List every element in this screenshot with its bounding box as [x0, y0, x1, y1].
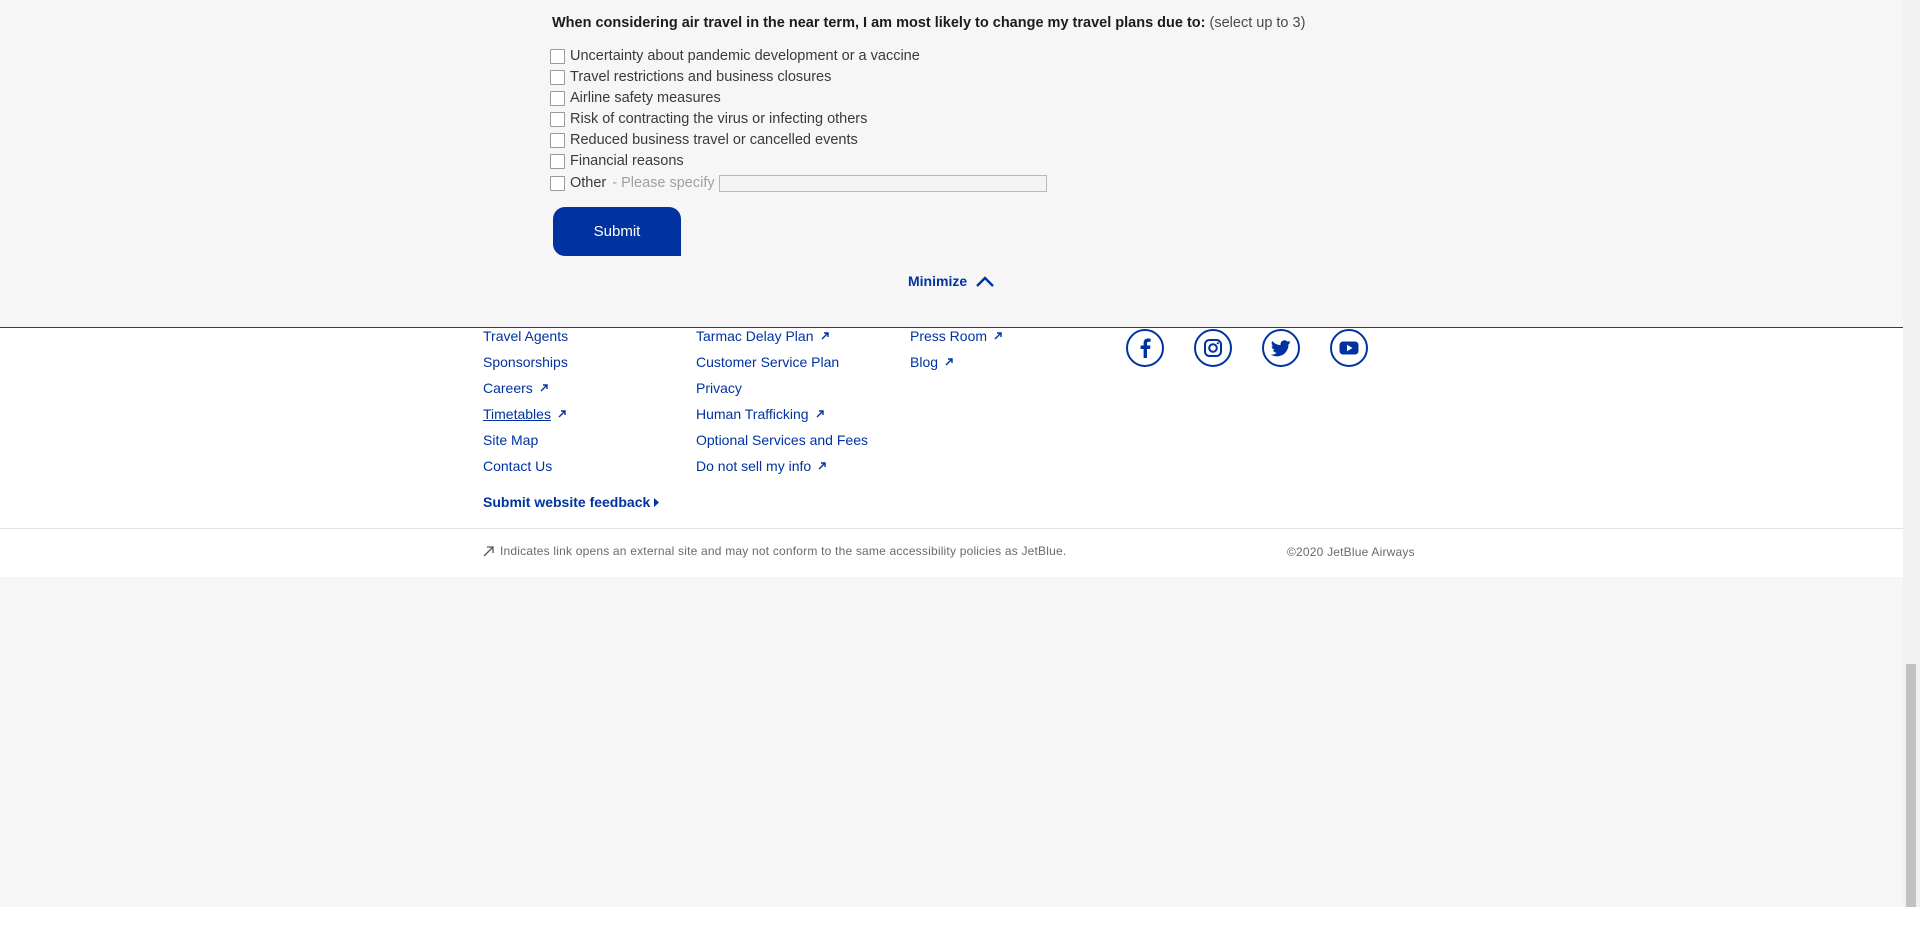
feedback-label: Submit website feedback: [483, 494, 651, 510]
footer-link-optional-services[interactable]: Optional Services and Fees: [696, 432, 868, 448]
footer-link-careers[interactable]: Careers: [483, 380, 548, 396]
option-other[interactable]: Other - Please specify: [550, 173, 1047, 193]
option-label: Financial reasons: [570, 153, 684, 169]
survey-question: When considering air travel in the near …: [552, 15, 1305, 31]
other-specify-label: - Please specify: [612, 175, 715, 191]
footer-link-sponsorships[interactable]: Sponsorships: [483, 354, 568, 370]
minimize-button[interactable]: Minimize: [908, 273, 994, 289]
option-travel-restrictions[interactable]: Travel restrictions and business closure…: [550, 67, 831, 87]
external-link-icon: [558, 410, 566, 418]
copyright: ©2020 JetBlue Airways: [1287, 545, 1415, 559]
other-specify-input[interactable]: [718, 174, 1047, 192]
footer-link-do-not-sell[interactable]: Do not sell my info: [696, 458, 826, 474]
option-reduced-business[interactable]: Reduced business travel or cancelled eve…: [550, 130, 858, 150]
facebook-icon[interactable]: [1126, 329, 1164, 367]
external-link-icon: [818, 462, 826, 470]
instagram-icon[interactable]: [1194, 329, 1232, 367]
external-link-icon: [821, 332, 829, 340]
option-label: Risk of contracting the virus or infecti…: [570, 111, 868, 127]
option-label: Airline safety measures: [570, 90, 721, 106]
option-uncertainty[interactable]: Uncertainty about pandemic development o…: [550, 46, 920, 66]
bottom-strip: [0, 907, 1920, 925]
question-text: When considering air travel in the near …: [552, 15, 1206, 31]
footer-link-timetables[interactable]: Timetables: [483, 406, 566, 422]
external-link-icon: [540, 384, 548, 392]
footer-link-tarmac-delay[interactable]: Tarmac Delay Plan: [696, 328, 829, 344]
chevron-up-icon: [976, 275, 994, 287]
scrollbar-thumb[interactable]: [1906, 664, 1916, 907]
submit-button[interactable]: Submit: [553, 207, 681, 256]
footer-link-travel-agents[interactable]: Travel Agents: [483, 328, 568, 344]
checkbox[interactable]: [550, 90, 565, 106]
checkbox[interactable]: [550, 48, 565, 64]
footer-link-human-trafficking[interactable]: Human Trafficking: [696, 406, 824, 422]
external-link-note: Indicates link opens an external site an…: [483, 544, 1066, 558]
survey-panel: When considering air travel in the near …: [0, 0, 1903, 328]
submit-feedback-link[interactable]: Submit website feedback: [483, 494, 660, 510]
option-safety-measures[interactable]: Airline safety measures: [550, 88, 721, 108]
external-link-icon: [994, 332, 1002, 340]
option-label: Uncertainty about pandemic development o…: [570, 48, 920, 64]
external-link-icon: [483, 545, 494, 556]
checkbox[interactable]: [550, 132, 565, 148]
footer-link-site-map[interactable]: Site Map: [483, 432, 538, 448]
option-label: Other: [570, 175, 607, 191]
footer-link-press-room[interactable]: Press Room: [910, 328, 1002, 344]
checkbox[interactable]: [550, 153, 565, 169]
footer-link-privacy[interactable]: Privacy: [696, 380, 742, 396]
option-risk-contracting[interactable]: Risk of contracting the virus or infecti…: [550, 109, 867, 129]
external-link-icon: [945, 358, 953, 366]
option-financial[interactable]: Financial reasons: [550, 151, 684, 171]
external-note-text: Indicates link opens an external site an…: [500, 544, 1067, 558]
caret-right-icon: [654, 497, 660, 507]
checkbox[interactable]: [550, 111, 565, 127]
footer-link-customer-service[interactable]: Customer Service Plan: [696, 354, 839, 370]
option-label: Travel restrictions and business closure…: [570, 69, 832, 85]
question-hint: (select up to 3): [1209, 15, 1306, 31]
checkbox[interactable]: [550, 69, 565, 85]
option-label: Reduced business travel or cancelled eve…: [570, 132, 858, 148]
youtube-icon[interactable]: [1330, 329, 1368, 367]
external-link-icon: [816, 410, 824, 418]
footer-link-contact-us[interactable]: Contact Us: [483, 458, 552, 474]
legal-bar: Indicates link opens an external site an…: [0, 529, 1903, 577]
minimize-label: Minimize: [908, 273, 968, 289]
twitter-icon[interactable]: [1262, 329, 1300, 367]
checkbox[interactable]: [550, 175, 565, 191]
footer-link-blog[interactable]: Blog: [910, 354, 953, 370]
site-footer: Travel Agents Sponsorships Careers Timet…: [0, 328, 1903, 528]
